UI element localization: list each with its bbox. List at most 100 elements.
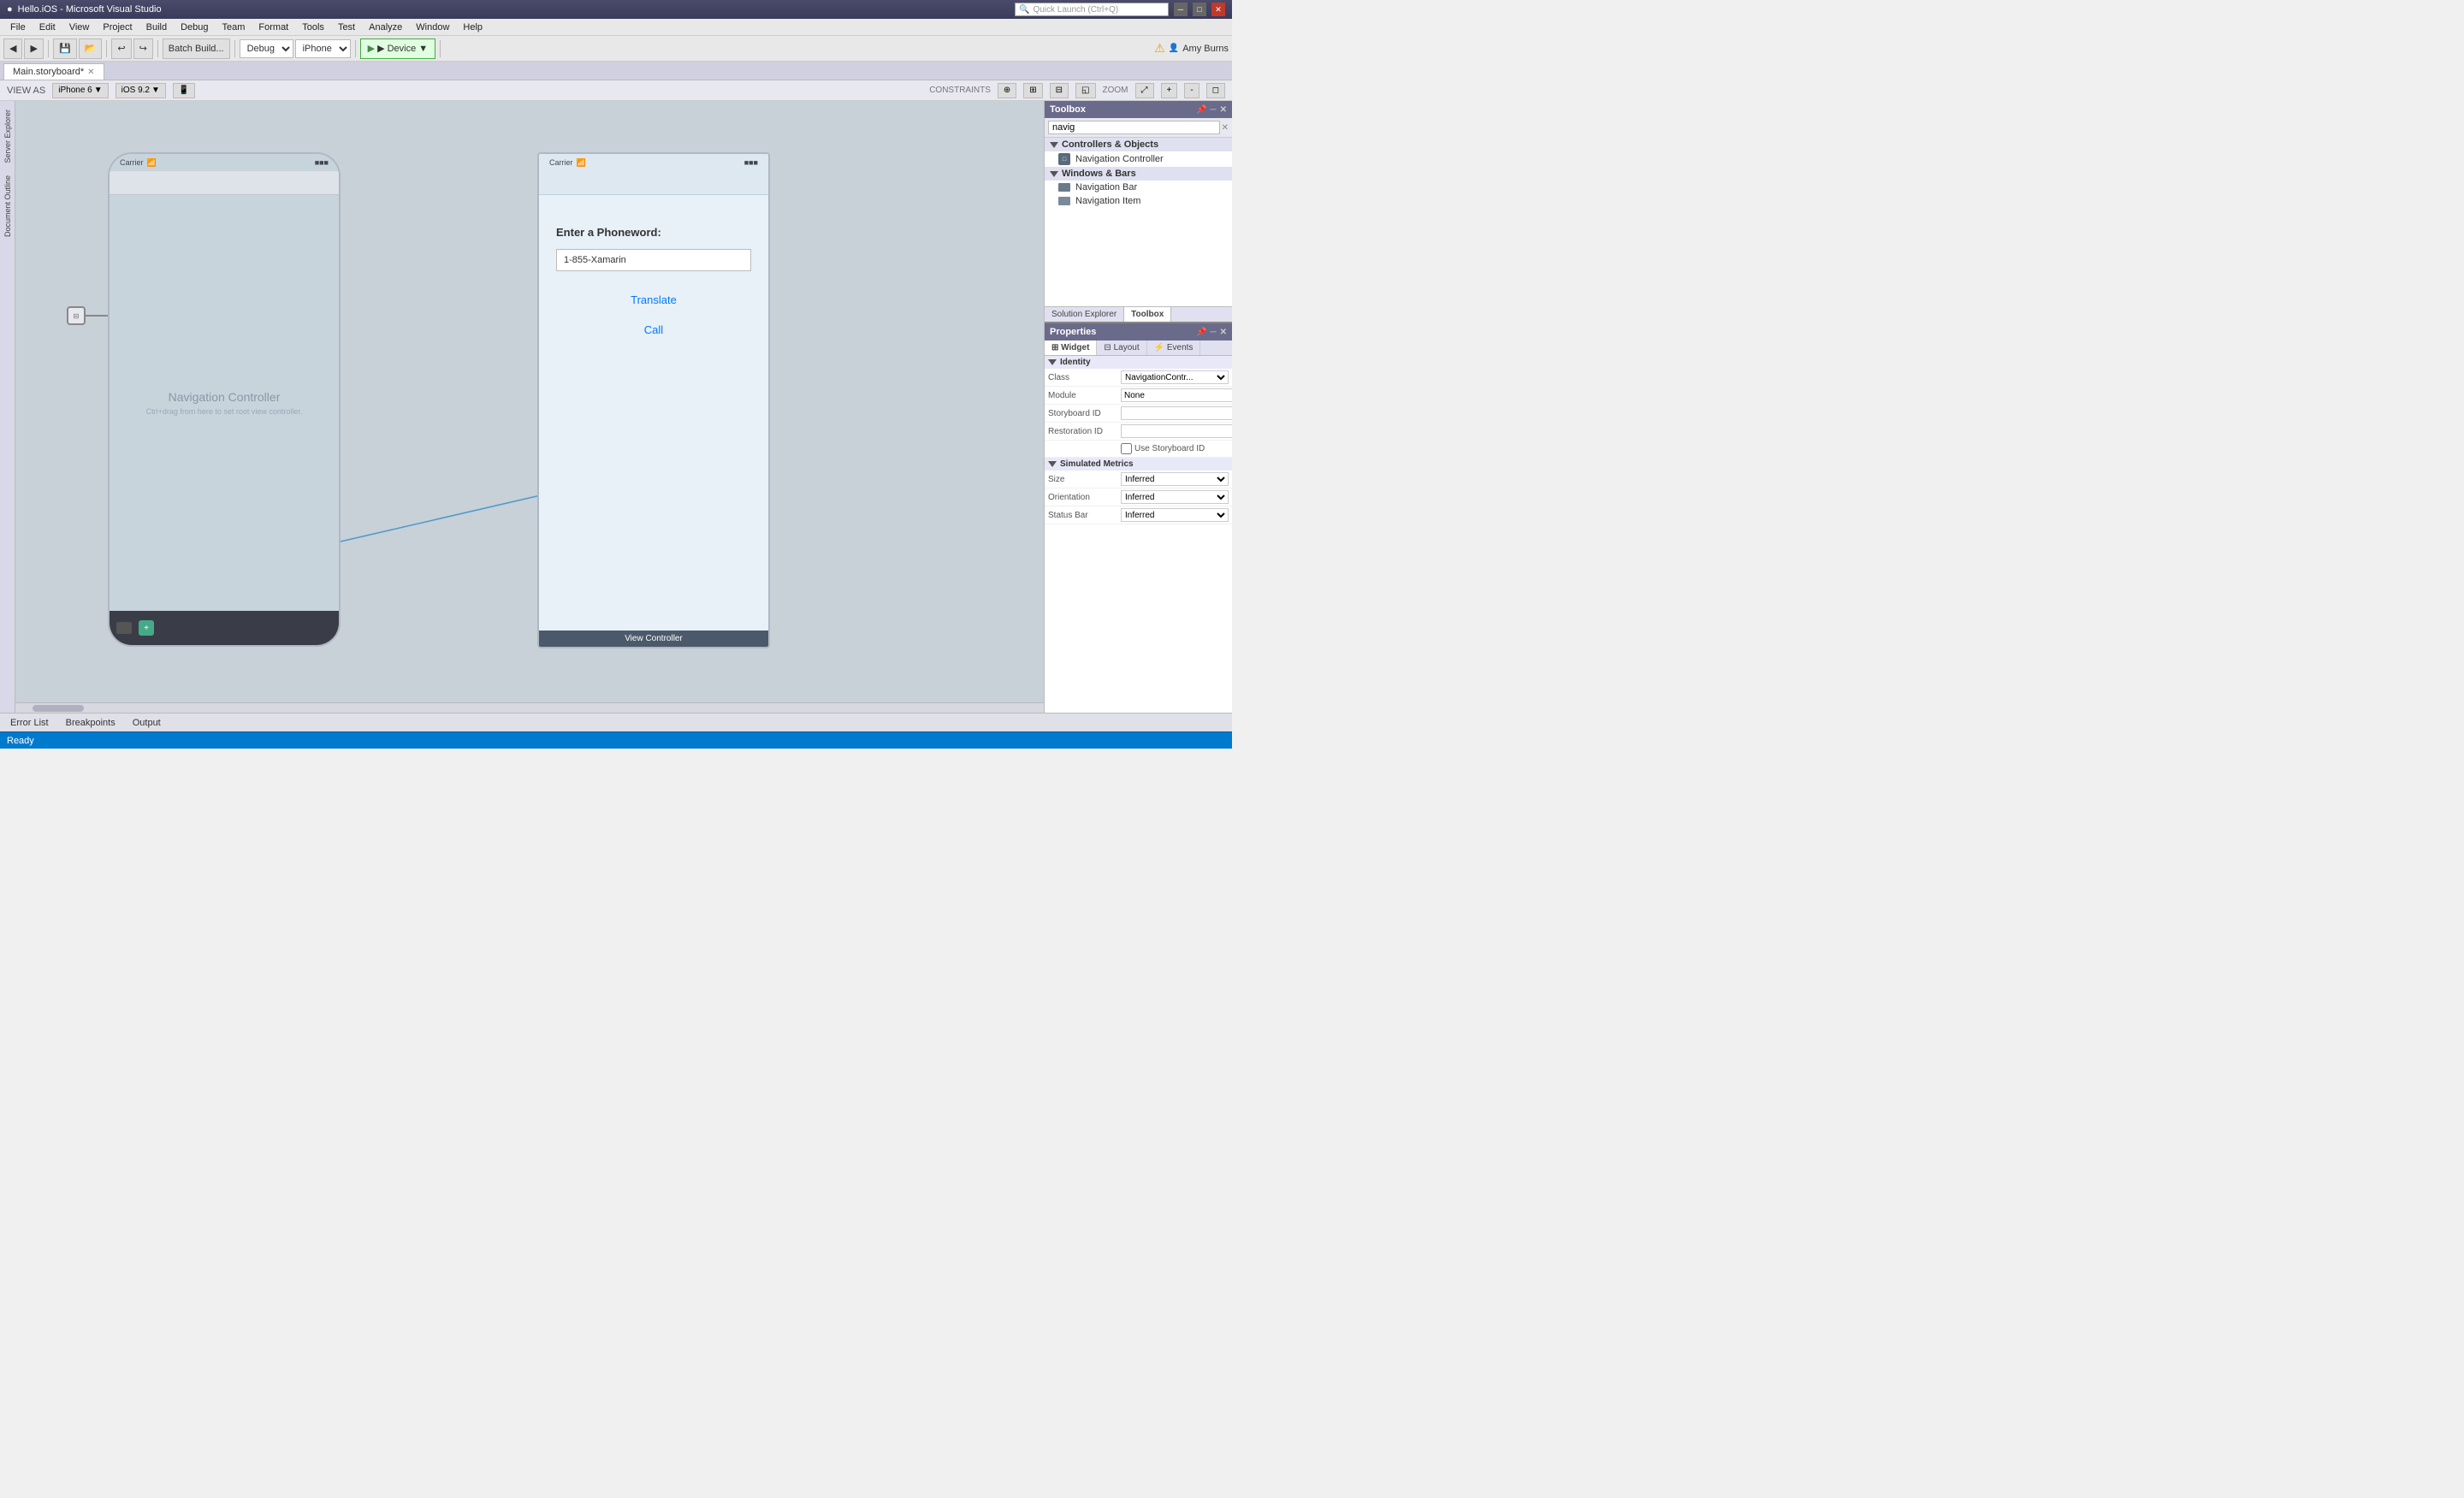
canvas-area[interactable]: ⊟ Carrier 📶 ■■■ Navigation Controller Ct… [15,101,1044,713]
section-label-2: Windows & Bars [1062,169,1136,179]
widget-icon: ⊞ [1051,343,1058,352]
nav-controller-hint-label: Ctrl+drag from here to set root view con… [129,407,320,416]
menu-tools[interactable]: Tools [295,19,331,35]
toolbox-minimize-button[interactable]: ─ [1211,105,1217,115]
nav-bar-item-icon [1058,183,1070,192]
output-tab[interactable]: Output [126,716,168,730]
navigation-bar-item[interactable]: Navigation Bar [1045,181,1232,194]
phoneword-input[interactable] [556,249,751,271]
bottom-icon-2: + [139,620,154,636]
menu-team[interactable]: Team [216,19,252,35]
battery-icon: ■■■ [315,158,329,167]
zoom-out-button[interactable]: - [1184,83,1199,98]
dropdown-arrow: ▼ [418,44,428,54]
back-button[interactable]: ◀ [3,38,22,59]
menu-window[interactable]: Window [409,19,456,35]
widget-tab[interactable]: ⊞ Widget [1045,340,1097,355]
nav-item-label: Navigation Item [1075,196,1140,206]
prop-minimize-button[interactable]: ─ [1211,328,1217,337]
toolbox-search-bar: ✕ [1045,118,1232,138]
menu-format[interactable]: Format [252,19,295,35]
save-button[interactable]: 💾 [53,38,77,59]
module-input[interactable] [1121,388,1232,402]
solution-explorer-tab[interactable]: Solution Explorer [1045,307,1124,322]
horizontal-scrollbar[interactable] [15,702,1044,713]
config-dropdown[interactable]: Debug [240,39,293,58]
orientation-dropdown[interactable]: Inferred [1121,490,1229,504]
main-storyboard-tab[interactable]: Main.storyboard* ✕ [3,63,104,80]
events-tab[interactable]: ⚡ Events [1147,340,1201,355]
wifi-icon: 📶 [147,158,157,168]
size-dropdown[interactable]: Inferred [1121,472,1229,486]
menu-test[interactable]: Test [331,19,362,35]
navigation-controller-mockup[interactable]: Carrier 📶 ■■■ Navigation Controller Ctrl… [108,152,341,647]
navigation-item-item[interactable]: Navigation Item [1045,194,1232,208]
storyboard-id-input[interactable] [1121,406,1232,420]
menu-project[interactable]: Project [96,19,139,35]
view-controller-mockup[interactable]: Carrier 📶 ■■■ Enter a Phoneword: Transla… [537,152,770,648]
menu-edit[interactable]: Edit [33,19,62,35]
menu-view[interactable]: View [62,19,97,35]
navigation-controller-item[interactable]: □ Navigation Controller [1045,151,1232,167]
open-button[interactable]: 📂 [79,38,103,59]
server-explorer-tab[interactable]: Server Explorer [2,104,14,169]
constraints-btn-3[interactable]: ⊟ [1050,83,1069,98]
close-button[interactable]: ✕ [1211,3,1225,16]
document-outline-tab[interactable]: Document Outline [2,170,14,242]
breakpoints-tab[interactable]: Breakpoints [59,716,122,730]
error-list-tab[interactable]: Error List [3,716,56,730]
constraints-btn-1[interactable]: ⊕ [998,83,1016,98]
class-dropdown[interactable]: NavigationContr... [1121,370,1229,384]
zoom-in-button[interactable]: + [1161,83,1178,98]
toolbox-search-input[interactable] [1048,121,1220,134]
search-box[interactable]: 🔍 Quick Launch (Ctrl+Q) [1015,3,1169,16]
ios-selector[interactable]: iOS 9.2 ▼ [116,83,166,98]
prop-close-button[interactable]: ✕ [1220,328,1227,337]
use-storyboard-checkbox[interactable] [1121,443,1132,454]
status-text: Ready [7,736,34,746]
restoration-id-input[interactable] [1121,424,1232,438]
batch-build-button[interactable]: Batch Build... [163,38,230,59]
orientation-row: Orientation Inferred [1045,488,1232,506]
minimize-button[interactable]: ─ [1174,3,1188,16]
call-button[interactable]: Call [539,315,768,345]
properties-tabs: ⊞ Widget ⊟ Layout ⚡ Events [1045,340,1232,356]
iphone-selector[interactable]: iPhone 6 ▼ [52,83,108,98]
left-panel: Server Explorer Document Outline [0,101,15,713]
windows-bars-section[interactable]: Windows & Bars [1045,167,1232,181]
menu-help[interactable]: Help [456,19,489,35]
redo-button[interactable]: ↪ [133,38,153,59]
undo-button[interactable]: ↩ [111,38,131,59]
device-orientation-button[interactable]: 📱 [173,83,195,98]
play-button[interactable]: ▶ ▶ Device ▼ [360,38,436,59]
vc-nav-bar [539,171,768,195]
zoom-reset-button[interactable]: ◻ [1206,83,1225,98]
menu-build[interactable]: Build [139,19,174,35]
controllers-objects-section[interactable]: Controllers & Objects [1045,138,1232,151]
forward-button[interactable]: ▶ [24,38,43,59]
identity-section-header[interactable]: Identity [1045,356,1232,369]
layout-tab[interactable]: ⊟ Layout [1097,340,1146,355]
prop-pin-button[interactable]: 📌 [1196,328,1206,337]
constraints-btn-4[interactable]: ◱ [1075,83,1095,98]
vc-status-bar: Carrier 📶 ■■■ [539,154,768,171]
device-dropdown[interactable]: iPhone [295,39,351,58]
play-icon: ▶ [368,43,375,54]
status-bar-dropdown[interactable]: Inferred [1121,508,1229,522]
simulated-metrics-header[interactable]: Simulated Metrics [1045,458,1232,471]
toolbox-close-button[interactable]: ✕ [1220,105,1227,115]
constraints-btn-2[interactable]: ⊞ [1023,83,1042,98]
maximize-button[interactable]: □ [1193,3,1206,16]
menu-analyze[interactable]: Analyze [362,19,409,35]
class-row: Class NavigationContr... [1045,369,1232,387]
user-name: Amy Burns [1182,44,1229,54]
toolbox-search-clear[interactable]: ✕ [1222,123,1229,133]
toolbox-pin-button[interactable]: 📌 [1196,105,1206,115]
tab-close-button[interactable]: ✕ [87,68,94,77]
zoom-fit-button[interactable]: ⤢ [1135,83,1154,98]
menu-file[interactable]: File [3,19,33,35]
scroll-thumb[interactable] [33,705,84,712]
menu-debug[interactable]: Debug [174,19,215,35]
toolbox-tab-btn[interactable]: Toolbox [1124,307,1171,322]
translate-button[interactable]: Translate [539,285,768,315]
